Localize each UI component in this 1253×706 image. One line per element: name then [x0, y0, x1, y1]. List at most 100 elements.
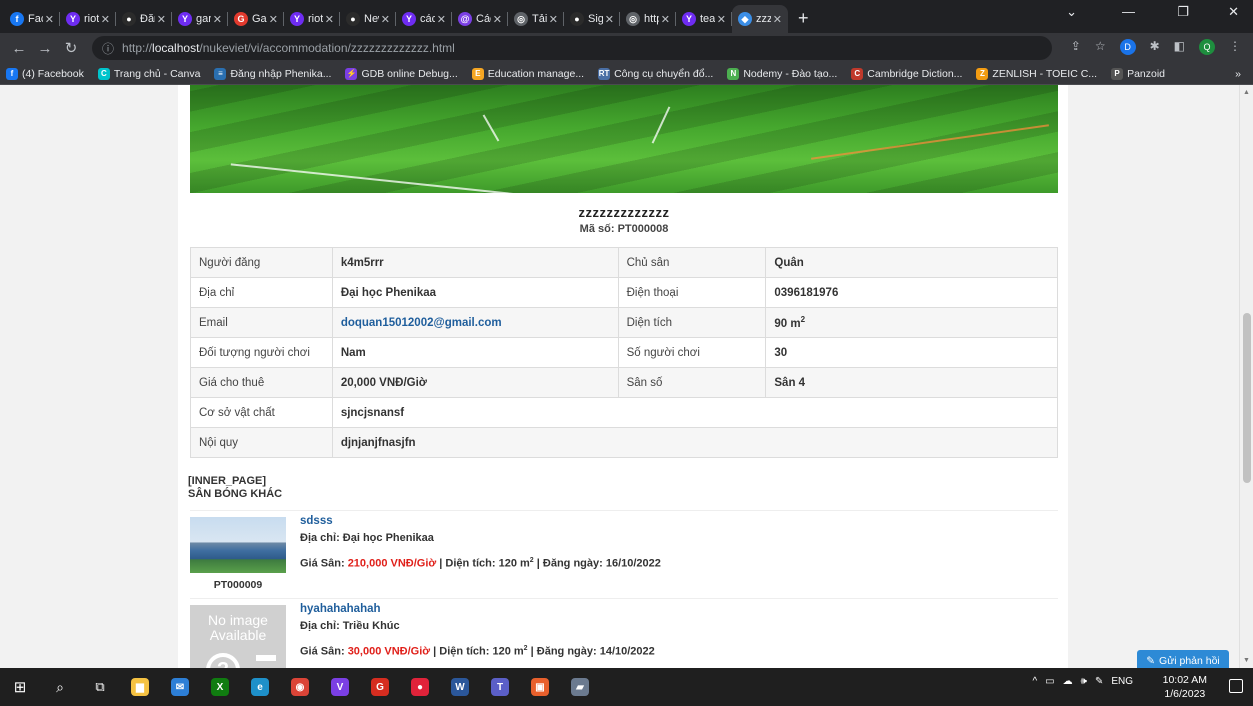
- inner-page-block: [INNER_PAGE] SÂN BÓNG KHÁC: [188, 475, 282, 501]
- bookmark-label: Công cụ chuyển đổ...: [614, 67, 714, 80]
- bookmark-item[interactable]: ≡ Đăng nhập Phenika...: [214, 67, 331, 80]
- account-avatar[interactable]: Q: [1199, 39, 1215, 55]
- tab-search-icon[interactable]: ⌄: [1066, 4, 1077, 20]
- area-unit-sup: 2: [523, 645, 528, 652]
- network-icon[interactable]: ▭: [1045, 676, 1054, 687]
- tab-close-icon[interactable]: ✕: [325, 13, 334, 26]
- more-bookmarks-icon[interactable]: »: [1235, 68, 1241, 80]
- scrollbar-thumb[interactable]: [1243, 313, 1251, 483]
- browser-tab[interactable]: ◎ Tải L✕: [508, 5, 564, 33]
- minimize-icon[interactable]: —: [1122, 4, 1135, 19]
- tab-close-icon[interactable]: ✕: [381, 13, 390, 26]
- taskbar-app-edge-icon[interactable]: e: [240, 668, 280, 706]
- tab-close-icon[interactable]: ✕: [549, 13, 558, 26]
- bookmark-star-icon[interactable]: ☆: [1095, 39, 1106, 55]
- browser-tab[interactable]: ● Đăng✕: [116, 5, 172, 33]
- bookmark-item[interactable]: RT Công cụ chuyển đổ...: [598, 67, 714, 80]
- clock[interactable]: 10:02 AM 1/6/2023: [1163, 673, 1207, 701]
- taskbar-app-explorer-icon[interactable]: ▆: [120, 668, 160, 706]
- tab-close-icon[interactable]: ✕: [661, 13, 670, 26]
- restore-icon[interactable]: ❐: [1177, 4, 1189, 20]
- bookmark-item[interactable]: f (4) Facebook: [6, 67, 84, 80]
- task-view-icon[interactable]: ⧉: [80, 668, 120, 706]
- extensions-icon[interactable]: ✱: [1150, 39, 1160, 55]
- tab-close-icon[interactable]: ✕: [101, 13, 110, 26]
- bookmark-item[interactable]: C Trang chủ - Canva: [97, 67, 200, 80]
- start-icon[interactable]: ⊞: [0, 668, 40, 706]
- tab-close-icon[interactable]: ✕: [157, 13, 166, 26]
- share-icon[interactable]: ⇪: [1071, 39, 1081, 55]
- tray-up-icon[interactable]: ^: [1032, 676, 1037, 687]
- profile-avatar[interactable]: D: [1119, 39, 1136, 55]
- browser-tab[interactable]: ● New✕: [340, 5, 396, 33]
- url-input[interactable]: ⓘ http://localhost/nukeviet/vi/accommoda…: [92, 36, 1052, 60]
- browser-tab[interactable]: f Facel✕: [4, 5, 60, 33]
- tab-close-icon[interactable]: ✕: [269, 13, 278, 26]
- taskbar-app-visual-studio-icon[interactable]: V: [320, 668, 360, 706]
- taskbar-app-mail-icon[interactable]: ✉: [160, 668, 200, 706]
- listing-thumbnail-placeholder[interactable]: No image Available ?: [190, 605, 286, 668]
- volume-icon[interactable]: 🕪: [1081, 676, 1087, 687]
- tab-favicon-icon: f: [10, 12, 24, 26]
- browser-tab[interactable]: Ygarei✕: [172, 5, 228, 33]
- feedback-button[interactable]: ✎ Gửi phản hồi: [1137, 650, 1229, 668]
- menu-icon[interactable]: ⋮: [1229, 39, 1241, 55]
- onedrive-icon[interactable]: ☁: [1063, 676, 1073, 687]
- browser-tab[interactable]: Yriot c✕: [60, 5, 116, 33]
- tab-close-icon[interactable]: ✕: [773, 13, 782, 26]
- detail-row: Nội quy djnjanjfnasjfn: [190, 427, 1059, 458]
- taskbar-app-teams-icon[interactable]: T: [480, 668, 520, 706]
- page-scrollbar[interactable]: ▲ ▼: [1239, 85, 1253, 668]
- tab-close-icon[interactable]: ✕: [213, 13, 222, 26]
- search-icon[interactable]: ⌕: [40, 668, 80, 706]
- scroll-down-icon[interactable]: ▼: [1243, 657, 1250, 664]
- back-icon[interactable]: ←: [6, 40, 32, 57]
- listing-item[interactable]: PT000009 sdsss Địa chỉ: Đại học Phenikaa…: [190, 510, 1058, 596]
- listing-item[interactable]: No image Available ? hyahahahahah Địa ch…: [190, 598, 1058, 668]
- tab-favicon-icon: Y: [290, 12, 304, 26]
- bookmark-item[interactable]: C Cambridge Diction...: [851, 67, 962, 80]
- notification-icon[interactable]: [1229, 679, 1243, 693]
- bookmark-item[interactable]: P Panzoid: [1111, 67, 1165, 80]
- tab-close-icon[interactable]: ✕: [493, 13, 502, 26]
- tab-close-icon[interactable]: ✕: [437, 13, 446, 26]
- bookmark-item[interactable]: Z ZENLISH - TOEIC C...: [976, 67, 1097, 80]
- listing-thumbnail[interactable]: [190, 517, 286, 573]
- new-tab-icon[interactable]: +: [788, 8, 819, 33]
- browser-tab[interactable]: Yteam✕: [676, 5, 732, 33]
- tab-label: riot c: [308, 13, 323, 25]
- taskbar-app-app-orange-icon[interactable]: ▣: [520, 668, 560, 706]
- language-indicator[interactable]: ENG: [1111, 676, 1133, 687]
- pen-icon[interactable]: ✎: [1095, 676, 1103, 687]
- sidepanel-icon[interactable]: ◧: [1174, 39, 1185, 55]
- taskbar-app-garena-icon[interactable]: G: [360, 668, 400, 706]
- browser-tab[interactable]: Ycách✕: [396, 5, 452, 33]
- bookmark-item[interactable]: ⚡ GDB online Debug...: [345, 67, 458, 80]
- app-glyph: ◉: [291, 678, 309, 696]
- info-icon[interactable]: ⓘ: [102, 40, 114, 57]
- bookmark-item[interactable]: N Nodemy - Đào tạo...: [727, 67, 837, 80]
- taskbar-app-app-gray-icon[interactable]: ▰: [560, 668, 600, 706]
- tab-close-icon[interactable]: ✕: [605, 13, 614, 26]
- tab-close-icon[interactable]: ✕: [45, 13, 54, 26]
- forward-icon[interactable]: →: [32, 40, 58, 57]
- bookmark-item[interactable]: E Education manage...: [471, 67, 584, 80]
- taskbar-app-chrome-icon[interactable]: ◉: [280, 668, 320, 706]
- reload-icon[interactable]: ↻: [58, 39, 84, 57]
- email-link[interactable]: doquan15012002@gmail.com: [341, 317, 502, 329]
- tab-close-icon[interactable]: ✕: [717, 13, 726, 26]
- taskbar-app-word-icon[interactable]: W: [440, 668, 480, 706]
- scroll-up-icon[interactable]: ▲: [1243, 89, 1250, 96]
- browser-tab[interactable]: G Gare✕: [228, 5, 284, 33]
- browser-tab[interactable]: ◆ zzzz✕: [732, 5, 788, 33]
- browser-tab[interactable]: @ Cách✕: [452, 5, 508, 33]
- listing-name-link[interactable]: hyahahahahah: [300, 603, 381, 615]
- browser-tab[interactable]: ◎ http:✕: [620, 5, 676, 33]
- taskbar-app-xbox-icon[interactable]: X: [200, 668, 240, 706]
- close-window-icon[interactable]: ✕: [1228, 4, 1239, 20]
- app-glyph: ✉: [171, 678, 189, 696]
- browser-tab[interactable]: ● Sign✕: [564, 5, 620, 33]
- listing-name-link[interactable]: sdsss: [300, 515, 333, 527]
- taskbar-app-app-red-icon[interactable]: ●: [400, 668, 440, 706]
- browser-tab[interactable]: Yriot c✕: [284, 5, 340, 33]
